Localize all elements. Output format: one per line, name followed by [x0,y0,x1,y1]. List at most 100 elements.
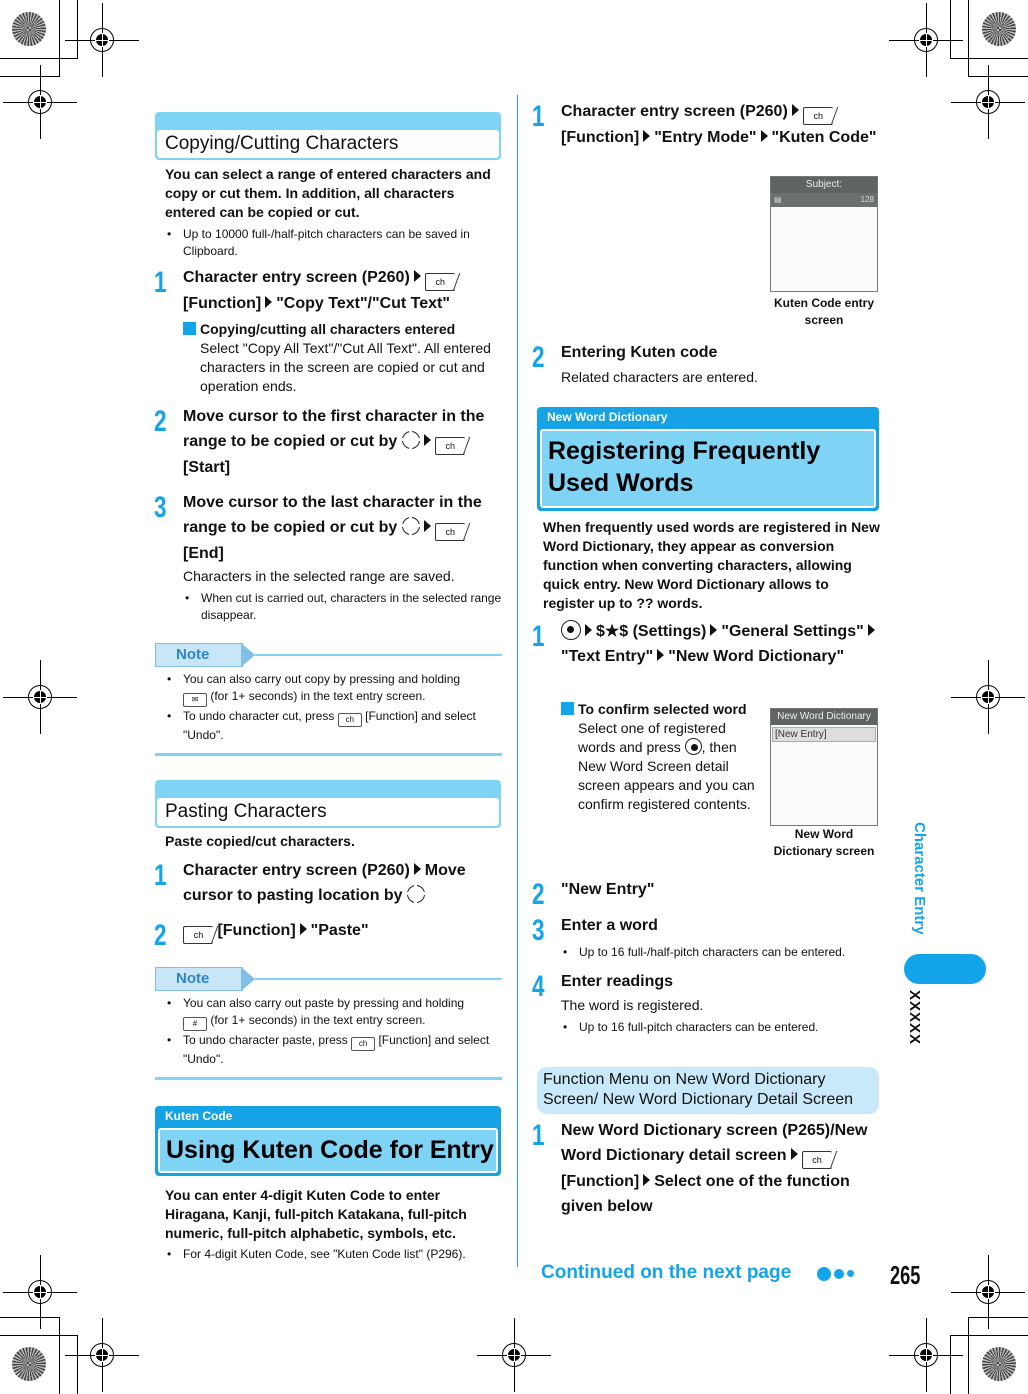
note-item: You can also carry out copy by pressing … [165,671,505,707]
arrow-icon [413,270,421,282]
section-header-kuten: Kuten Code Using Kuten Code for Entry [155,1106,501,1176]
note-divider [255,978,502,980]
arrow-icon [657,649,665,661]
function-key-icon: ch [802,107,833,125]
arrow-icon [760,130,768,142]
step-number: 1 [532,1119,545,1152]
step-number: 1 [532,100,545,133]
sub-heading-copy-all: Copying/cutting all characters entered [183,320,503,339]
note-label: Note [155,967,255,991]
step-2-paste: ch [Function] "Paste" [183,918,503,944]
arrow-icon [265,296,273,308]
bullet-item: For 4-digit Kuten Code, see "Kuten Code … [165,1246,505,1263]
chapter-code: XXXXX [906,990,923,1046]
square-bullet-icon [183,322,196,335]
arrow-icon [585,624,592,636]
registration-mark-icon [951,65,1025,139]
step-2-kuten-text: Related characters are entered. [561,369,758,385]
registration-mark-icon [951,660,1025,734]
step-3-new-word: Enter a word [561,917,658,934]
section-lead: When frequently used words are registere… [543,519,880,611]
step-4-text: The word is registered. [561,997,704,1013]
bullet-item: Up to 16 full-pitch characters can be en… [561,1019,881,1036]
step-number: 3 [154,491,167,524]
note-divider [255,654,502,656]
chapter-tab [904,954,986,984]
note-item: You can also carry out paste by pressing… [165,995,505,1031]
registration-starburst-icon [12,12,46,46]
registration-mark-icon [65,3,139,77]
arrow-icon [423,434,431,446]
bullet-item: Up to 16 full-/half-pitch characters can… [561,944,881,961]
kuten-screen-caption: Kuten Code entry screen [773,296,874,327]
bullet-item: Up to 10000 full-/half-pitch characters … [165,226,505,260]
center-key-icon [684,738,702,755]
arrow-icon [791,104,799,116]
registration-mark-icon [3,1255,77,1329]
new-word-screen-image: New Word Dictionary [New Entry] [770,708,878,826]
continued-dots-icon [817,1265,857,1283]
arrow-icon [710,624,718,636]
section-title: Copying/Cutting Characters [157,130,499,158]
dpad-icon [399,429,421,450]
continued-link[interactable]: Continued on the next page [541,1262,791,1284]
registration-mark-icon [3,65,77,139]
section-lead: You can enter 4-digit Kuten Code to ente… [165,1187,467,1241]
step-number: 1 [154,266,167,299]
arrow-icon [413,863,421,875]
registration-mark-icon [951,1255,1025,1329]
step-number: 2 [532,341,545,374]
step-3-result: Characters in the selected range are sav… [183,568,455,584]
step-4-new-word: Enter readings [561,973,674,990]
arrow-icon [790,1148,798,1160]
sub-heading-confirm-word: To confirm selected word [561,700,761,719]
section-category: New Word Dictionary [547,410,668,424]
registration-starburst-icon [982,1347,1016,1381]
note-label: Note [155,643,255,667]
section-divider [155,753,502,756]
step-1-kuten: Character entry screen (P260) ch [Functio… [561,103,877,146]
note-item: To undo character cut, press ch [Functio… [165,708,505,744]
section-title: Pasting Characters [157,798,499,826]
step-1-paste: Character entry screen (P260) Move cursor… [183,862,466,904]
registration-mark-icon [889,1318,963,1392]
step-1-copy: Character entry screen (P260) ch [Functio… [183,265,503,316]
sub-text-copy-all: Select "Copy All Text"/"Cut All Text". A… [200,340,491,394]
note-item: To undo character paste, press ch [Funct… [165,1032,495,1068]
registration-starburst-icon [982,12,1016,46]
step-number: 2 [154,405,167,438]
new-word-screen-caption: New Word Dictionary screen [773,827,875,858]
arrow-icon [423,520,431,532]
function-key-icon: ch [183,926,213,944]
registration-mark-icon [477,1318,551,1392]
step-number: 2 [154,919,167,952]
step-number: 1 [154,859,167,892]
square-bullet-icon [561,702,574,715]
arrow-icon [643,1174,651,1186]
function-key-icon: ch [351,1037,376,1051]
function-key-icon: ch [434,523,465,541]
step-number: 3 [532,914,545,947]
step-2-new-word: "New Entry" [561,881,655,898]
dpad-icon [405,883,427,904]
function-menu-heading: Function Menu on New Word Dictionary Scr… [537,1067,879,1114]
center-key-icon [561,620,581,640]
section-lead: Paste copied/cut characters. [165,833,355,849]
section-category: Kuten Code [165,1109,233,1123]
kuten-screen-image: Subject: ▤ 128 [770,176,878,292]
step-number: 2 [532,878,545,911]
function-key-icon: ch [434,437,465,455]
function-key-icon: ch [337,713,362,727]
mail-key-icon: ✉ [183,693,207,707]
section-lead: You can select a range of entered charac… [165,166,491,220]
arrow-icon [643,130,651,142]
sub-text-confirm-word: Select one of registered words and press… [578,720,755,812]
page-number: 265 [890,1260,921,1290]
arrow-icon [867,624,875,636]
section-title: Using Kuten Code for Entry [158,1128,498,1173]
dpad-icon [399,515,421,536]
step-1-function-menu: New Word Dictionary screen (P265)/New Wo… [561,1122,868,1215]
step-2-kuten: Entering Kuten code [561,344,718,361]
section-title: Registering Frequently Used Words [540,429,876,508]
step-2-copy: Move cursor to the first character in th… [183,408,485,476]
